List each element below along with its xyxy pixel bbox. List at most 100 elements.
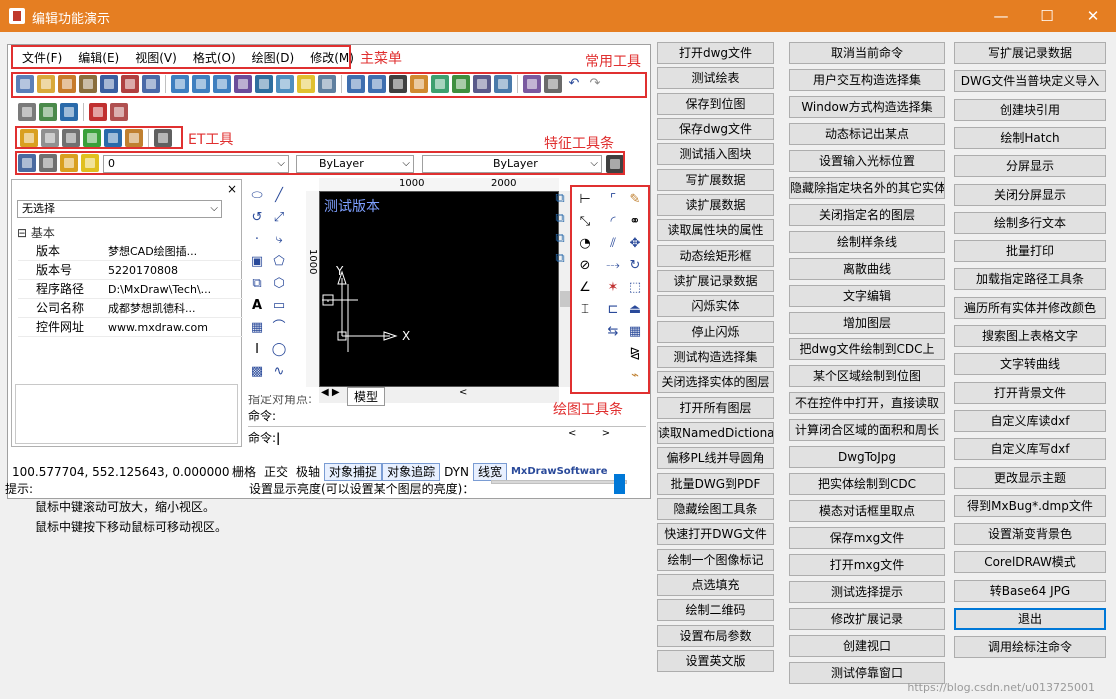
et-target-icon[interactable] xyxy=(104,129,122,147)
save-icon[interactable] xyxy=(100,75,118,93)
property-section-header[interactable]: ⊟ 基本 xyxy=(17,224,55,241)
layer-state-icon[interactable] xyxy=(39,154,57,172)
arc-icon[interactable]: ↺ xyxy=(248,209,266,227)
pencil-icon[interactable] xyxy=(410,75,428,93)
cmd-scroll-icon[interactable]: < > xyxy=(568,428,610,439)
col1-button[interactable]: 保存dwg文件 xyxy=(657,118,774,140)
col2-button[interactable]: 不在控件中打开，直接读取 xyxy=(789,392,945,414)
color-icon[interactable] xyxy=(431,75,449,93)
pan-icon[interactable] xyxy=(318,75,336,93)
col1-button[interactable]: 测试插入图块 xyxy=(657,143,774,165)
sun-icon[interactable] xyxy=(81,154,99,172)
col1-button[interactable]: 批量DWG到PDF xyxy=(657,473,774,495)
col2-button[interactable]: 某个区域绘制到位图 xyxy=(789,365,945,387)
polygon-icon[interactable]: ⬠ xyxy=(270,253,288,271)
col2-button[interactable]: 设置输入光标位置 xyxy=(789,150,945,172)
open-icon[interactable] xyxy=(37,75,55,93)
insert-block-icon[interactable]: ▣ xyxy=(248,253,266,271)
col2-button[interactable]: 测试选择提示 xyxy=(789,581,945,603)
col1-button[interactable]: 设置英文版 xyxy=(657,650,774,672)
col2-button[interactable]: 关闭指定名的图层 xyxy=(789,204,945,226)
hatch-icon[interactable]: ▩ xyxy=(248,363,266,381)
circle-icon[interactable]: ◯ xyxy=(270,341,288,359)
brightness-slider[interactable] xyxy=(491,480,627,484)
col2-button[interactable]: 模态对话框里取点 xyxy=(789,500,945,522)
menu-edit[interactable]: 编辑(E) xyxy=(70,49,127,67)
col3-button[interactable]: 自定义库读dxf xyxy=(954,410,1106,432)
mtext-icon[interactable]: Ⅰ xyxy=(248,341,266,359)
col3-button[interactable]: 分屏显示 xyxy=(954,155,1106,177)
zoom-window-icon[interactable] xyxy=(171,75,189,93)
light-icon[interactable] xyxy=(297,75,315,93)
break-icon[interactable]: ⊏ xyxy=(604,301,622,319)
arc3-icon[interactable]: ⌒ xyxy=(270,319,288,337)
property-row[interactable]: 版本号 5220170808 xyxy=(18,261,243,280)
col3-button[interactable]: CorelDRAW模式 xyxy=(954,551,1106,573)
move-icon[interactable] xyxy=(389,75,407,93)
copy-icon[interactable]: ⚭ xyxy=(626,213,644,231)
print-icon[interactable] xyxy=(121,75,139,93)
col2-button[interactable]: 计算闭合区域的面积和周长 xyxy=(789,419,945,441)
printer-icon[interactable] xyxy=(18,103,36,121)
col3-button[interactable]: 文字转曲线 xyxy=(954,353,1106,375)
menu-format[interactable]: 格式(O) xyxy=(185,49,244,67)
toggle-lineweight[interactable]: 线宽 xyxy=(472,463,507,481)
erase-icon[interactable]: ✎ xyxy=(626,191,644,209)
drawing-canvas[interactable]: 测试版本 Y X xyxy=(319,191,559,387)
col3-button[interactable]: 搜索图上表格文字 xyxy=(954,325,1106,347)
menu-modify[interactable]: 修改(M) xyxy=(302,49,362,67)
property-row[interactable]: 版本 梦想CAD绘图插... xyxy=(18,242,243,261)
col1-button[interactable]: 保存到位图 xyxy=(657,93,774,115)
brightness-slider-thumb[interactable] xyxy=(614,474,625,494)
color-select[interactable]: ByLayer ⌵ xyxy=(296,155,414,173)
fillet-icon[interactable]: ⌜ xyxy=(604,191,622,209)
command-input[interactable]: 命令:| < > xyxy=(248,426,646,446)
new-icon[interactable] xyxy=(16,75,34,93)
dim-angular-icon[interactable]: ∠ xyxy=(576,279,594,297)
match-prop-icon[interactable]: ⌁ xyxy=(626,367,644,385)
save-as-icon[interactable] xyxy=(142,75,160,93)
col2-button[interactable]: 保存mxg文件 xyxy=(789,527,945,549)
zoom-all-icon[interactable] xyxy=(276,75,294,93)
col1-button[interactable]: 测试构造选择集 xyxy=(657,346,774,368)
toggle-osnap[interactable]: 对象捕捉 xyxy=(324,463,383,481)
et-rect-icon[interactable] xyxy=(41,129,59,147)
menu-draw[interactable]: 绘图(D) xyxy=(244,49,303,67)
panel-close-icon[interactable]: × xyxy=(227,182,237,196)
zoom-extents-icon[interactable] xyxy=(234,75,252,93)
browse-icon[interactable] xyxy=(79,75,97,93)
mirror-icon[interactable]: ⧎ xyxy=(626,345,644,363)
linetype-icon[interactable] xyxy=(473,75,491,93)
col3-button[interactable]: 自定义库写dxf xyxy=(954,438,1106,460)
chamfer-icon[interactable]: ◜ xyxy=(604,213,622,231)
col2-button[interactable]: 把dwg文件绘制到CDC上 xyxy=(789,338,945,360)
col1-button[interactable]: 闪烁实体 xyxy=(657,295,774,317)
scale-icon[interactable]: ⬚ xyxy=(626,279,644,297)
toggle-dyn[interactable]: DYN xyxy=(440,464,473,480)
col2-button[interactable]: 用户交互构造选择集 xyxy=(789,69,945,91)
view-icon[interactable]: ⧉ xyxy=(551,230,569,248)
col1-button[interactable]: 读取NamedDictionary xyxy=(657,422,774,444)
col2-button[interactable]: 把实体绘制到CDC xyxy=(789,473,945,495)
col1-button[interactable]: 测试绘表 xyxy=(657,67,774,89)
scrollbar-thumb[interactable] xyxy=(560,291,570,307)
col1-button[interactable]: 隐藏绘图工具条 xyxy=(657,498,774,520)
web-icon[interactable] xyxy=(60,103,78,121)
open-folder-icon[interactable] xyxy=(58,75,76,93)
col3-button[interactable]: 创建块引用 xyxy=(954,99,1106,121)
ellipse-icon[interactable]: ⬭ xyxy=(248,187,266,205)
undo-icon[interactable]: ↶ xyxy=(565,75,583,93)
minimize-button[interactable]: — xyxy=(978,0,1024,32)
col2-button[interactable]: DwgToJpg xyxy=(789,446,945,468)
image-export-icon[interactable] xyxy=(110,103,128,121)
col1-button[interactable]: 关闭选择实体的图层 xyxy=(657,371,774,393)
selection-select[interactable]: 无选择 ⌵ xyxy=(17,200,222,218)
lock-icon[interactable] xyxy=(60,154,78,172)
col1-button[interactable]: 打开dwg文件 xyxy=(657,42,774,64)
extend-icon[interactable]: ⤏ xyxy=(604,257,622,275)
layers-icon[interactable] xyxy=(18,154,36,172)
col2-button[interactable]: Window方式构造选择集 xyxy=(789,96,945,118)
col1-button[interactable]: 点选填充 xyxy=(657,574,774,596)
col3-button[interactable]: 更改显示主题 xyxy=(954,467,1106,489)
rectangle-icon[interactable]: ▭ xyxy=(270,297,288,315)
